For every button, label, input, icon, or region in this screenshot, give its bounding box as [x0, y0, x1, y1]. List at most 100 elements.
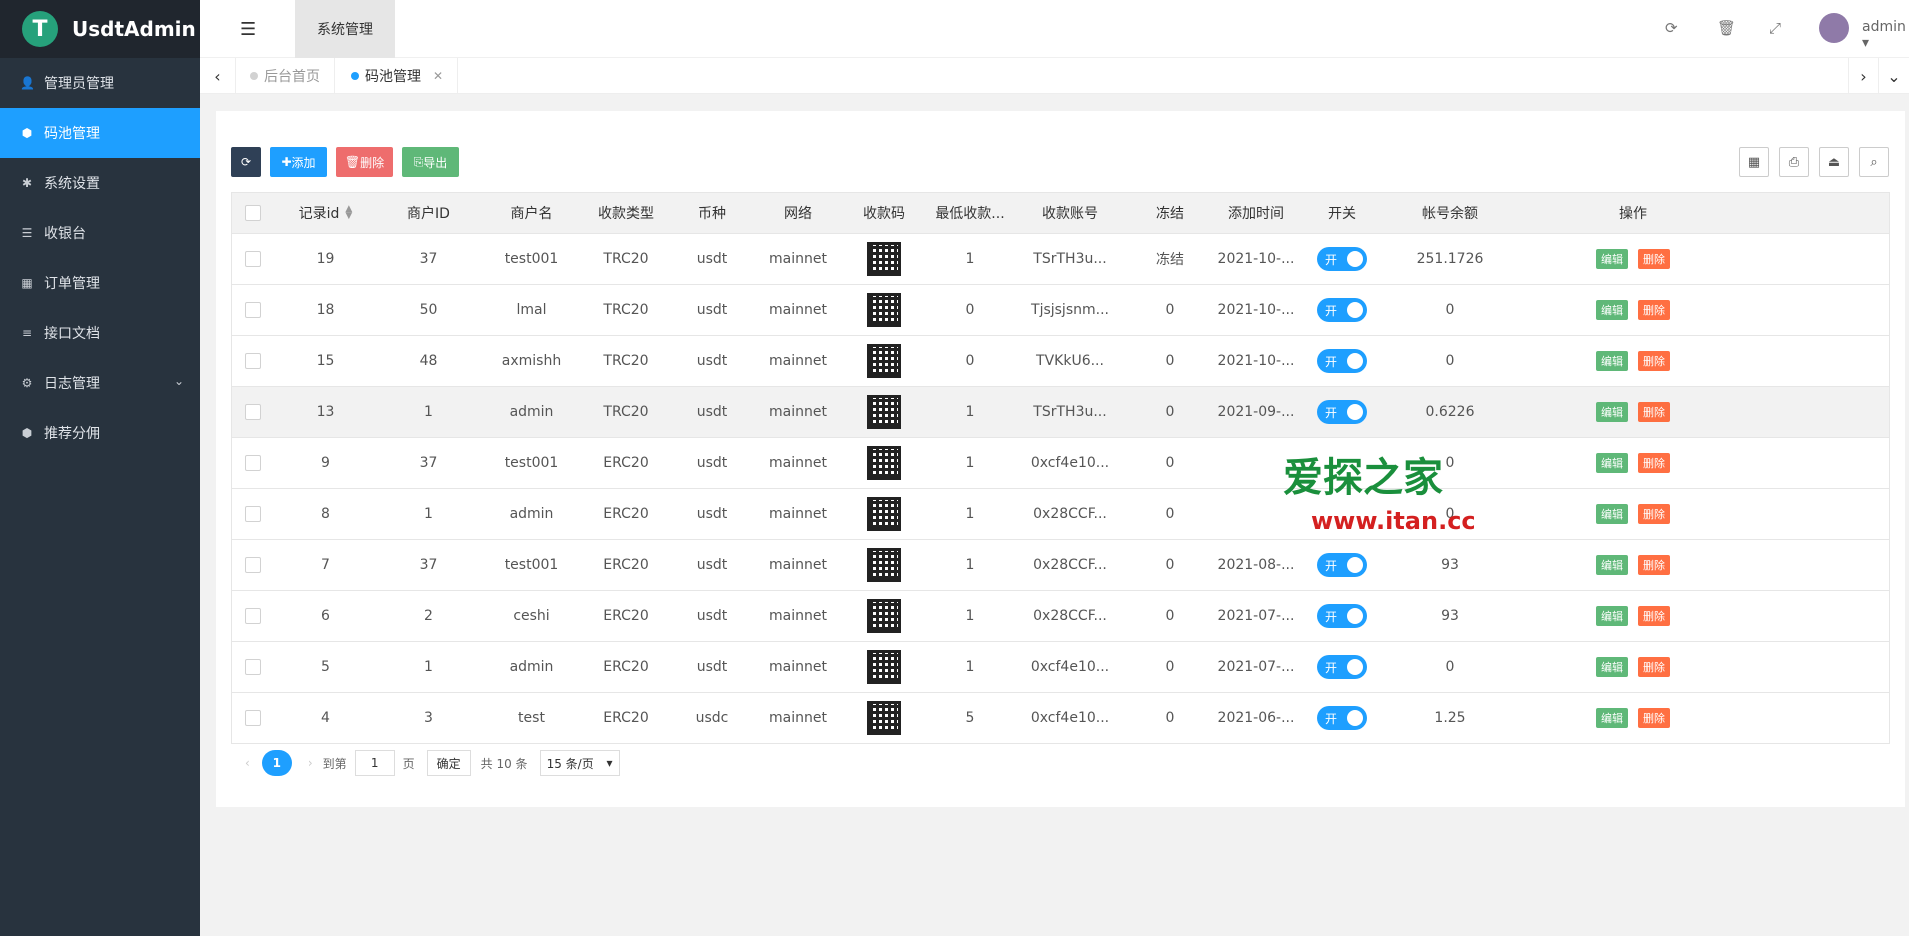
header-tab-system[interactable]: 系统管理 [295, 0, 395, 58]
checkbox[interactable] [245, 251, 261, 267]
search-icon[interactable]: ⌕ [1859, 147, 1889, 177]
trash-icon[interactable]: 🗑 [1717, 19, 1736, 37]
qr-code-image[interactable] [867, 242, 901, 276]
prev-page-icon[interactable]: ‹ [245, 756, 250, 770]
sidebar-item[interactable]: ⬢ 码池管理 [0, 108, 200, 158]
qr-code-image[interactable] [867, 650, 901, 684]
confirm-button[interactable]: 确定 [426, 750, 471, 776]
qr-code-image[interactable] [867, 599, 901, 633]
menu-toggle-icon[interactable]: ☰ [240, 19, 256, 40]
sidebar-item[interactable]: ≡ 接口文档 [0, 308, 200, 358]
delete-button[interactable]: 删除 [1638, 708, 1670, 728]
tabs-dropdown-icon[interactable]: ⌄ [1878, 58, 1909, 94]
delete-button[interactable]: 删除 [1638, 300, 1670, 320]
edit-button[interactable]: 编辑 [1596, 708, 1628, 728]
user-menu[interactable]: admin ▾ [1862, 19, 1909, 51]
edit-button[interactable]: 编辑 [1596, 351, 1628, 371]
sidebar-item[interactable]: ⬢ 推荐分佣 [0, 408, 200, 458]
status-toggle[interactable]: 开 [1317, 706, 1367, 730]
qr-code-image[interactable] [867, 548, 901, 582]
table-row[interactable]: 18 50 lmal TRC20 usdt mainnet 0 Tjsjsjsnm... 0 20… [232, 284, 1889, 335]
fullscreen-icon[interactable]: ⤢ [1769, 19, 1781, 37]
row-checkbox-cell[interactable] [232, 387, 274, 437]
select-all-checkbox[interactable] [232, 193, 274, 233]
qr-code-image[interactable] [867, 446, 901, 480]
table-row[interactable]: 6 2 ceshi ERC20 usdt mainnet 1 0x28CCF... 0 2021-… [232, 590, 1889, 641]
checkbox[interactable] [245, 302, 261, 318]
tabs-scroll-right-icon[interactable]: › [1848, 58, 1878, 94]
row-checkbox-cell[interactable] [232, 285, 274, 335]
tab-code-pool[interactable]: 码池管理 ✕ [337, 58, 459, 94]
qr-code-image[interactable] [867, 497, 901, 531]
delete-button[interactable]: 删除 [1638, 249, 1670, 269]
edit-button[interactable]: 编辑 [1596, 300, 1628, 320]
row-checkbox-cell[interactable] [232, 438, 274, 488]
edit-button[interactable]: 编辑 [1596, 555, 1628, 575]
page-input[interactable]: 1 [354, 750, 395, 776]
refresh-icon[interactable]: ⟳ [1665, 19, 1678, 37]
status-toggle[interactable]: 开 [1317, 247, 1367, 271]
checkbox[interactable] [245, 710, 261, 726]
checkbox[interactable] [245, 455, 261, 471]
next-page-icon[interactable]: › [308, 756, 313, 770]
status-toggle[interactable]: 开 [1317, 655, 1367, 679]
qr-code-image[interactable] [867, 344, 901, 378]
print-icon[interactable]: ⎙ [1779, 147, 1809, 177]
row-checkbox-cell[interactable] [232, 336, 274, 386]
per-page-select[interactable]: 15 条/页 ▾ [539, 750, 620, 776]
delete-button[interactable]: 删除 [1638, 504, 1670, 524]
checkbox[interactable] [245, 205, 261, 221]
row-checkbox-cell[interactable] [232, 642, 274, 692]
table-row[interactable]: 13 1 admin TRC20 usdt mainnet 1 TSrTH3u... 0 2021… [232, 386, 1889, 437]
status-toggle[interactable]: 开 [1317, 604, 1367, 628]
delete-button[interactable]: 删除 [1638, 657, 1670, 677]
app-logo[interactable]: T UsdtAdmin [0, 0, 200, 58]
sidebar-item[interactable]: 👤 管理员管理 [0, 58, 200, 108]
checkbox[interactable] [245, 608, 261, 624]
row-checkbox-cell[interactable] [232, 540, 274, 590]
delete-button[interactable]: 删除 [1638, 402, 1670, 422]
avatar[interactable] [1819, 13, 1849, 43]
delete-button[interactable]: 删除 [1638, 351, 1670, 371]
sidebar-item[interactable]: ✱ 系统设置 [0, 158, 200, 208]
delete-button[interactable]: 删除 [1638, 555, 1670, 575]
sidebar-item[interactable]: ☰ 收银台 [0, 208, 200, 258]
checkbox[interactable] [245, 557, 261, 573]
qr-code-image[interactable] [867, 293, 901, 327]
edit-button[interactable]: 编辑 [1596, 606, 1628, 626]
reload-button[interactable]: ⟳ [231, 147, 261, 177]
export-icon[interactable]: ⏏ [1819, 147, 1849, 177]
edit-button[interactable]: 编辑 [1596, 657, 1628, 677]
checkbox[interactable] [245, 353, 261, 369]
table-row[interactable]: 8 1 admin ERC20 usdt mainnet 1 0x28CCF... 0 0 编辑 删除 [232, 488, 1889, 539]
sidebar-item[interactable]: ▦ 订单管理 [0, 258, 200, 308]
status-toggle[interactable]: 开 [1317, 553, 1367, 577]
checkbox[interactable] [245, 659, 261, 675]
add-button[interactable]: ✚ 添加 [270, 147, 327, 177]
row-checkbox-cell[interactable] [232, 234, 274, 284]
delete-button[interactable]: 🗑 删除 [336, 147, 393, 177]
edit-button[interactable]: 编辑 [1596, 249, 1628, 269]
sort-icon[interactable]: ▲ ▼ [345, 205, 352, 221]
table-row[interactable]: 9 37 test001 ERC20 usdt mainnet 1 0xcf4e10... 0 0… [232, 437, 1889, 488]
edit-button[interactable]: 编辑 [1596, 504, 1628, 524]
tab-home[interactable]: 后台首页 [236, 58, 335, 94]
delete-button[interactable]: 删除 [1638, 606, 1670, 626]
status-toggle[interactable]: 开 [1317, 298, 1367, 322]
column-header[interactable]: 记录id ▲ ▼ [274, 193, 377, 233]
row-checkbox-cell[interactable] [232, 693, 274, 743]
row-checkbox-cell[interactable] [232, 489, 274, 539]
table-row[interactable]: 19 37 test001 TRC20 usdt mainnet 1 TSrTH3u... 冻结… [232, 233, 1889, 284]
table-row[interactable]: 4 3 test ERC20 usdc mainnet 5 0xcf4e10... 0 2021-… [232, 692, 1889, 743]
checkbox[interactable] [245, 506, 261, 522]
table-row[interactable]: 5 1 admin ERC20 usdt mainnet 1 0xcf4e10... 0 2021… [232, 641, 1889, 692]
checkbox[interactable] [245, 404, 261, 420]
qr-code-image[interactable] [867, 701, 901, 735]
row-checkbox-cell[interactable] [232, 591, 274, 641]
page-current[interactable]: 1 [261, 750, 292, 776]
export-button[interactable]: ⎘ 导出 [402, 147, 459, 177]
edit-button[interactable]: 编辑 [1596, 453, 1628, 473]
close-icon[interactable]: ✕ [433, 69, 443, 83]
table-row[interactable]: 15 48 axmishh TRC20 usdt mainnet 0 TVKkU6... 0 20… [232, 335, 1889, 386]
edit-button[interactable]: 编辑 [1596, 402, 1628, 422]
